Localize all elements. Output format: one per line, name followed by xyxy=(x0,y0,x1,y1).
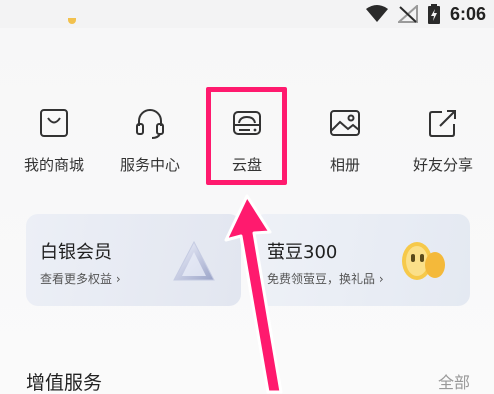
main-panel xyxy=(0,28,494,394)
shortcut-my-shop[interactable]: 我的商城 xyxy=(14,100,94,178)
shortcut-label: 相册 xyxy=(329,156,360,174)
shortcut-label: 服务中心 xyxy=(119,156,180,174)
shortcut-service-center[interactable]: 服务中心 xyxy=(110,100,190,178)
shortcut-label: 好友分享 xyxy=(412,156,473,174)
battery-charging-icon xyxy=(427,4,440,24)
photo-album-icon xyxy=(330,110,360,136)
top-partial-content xyxy=(28,18,118,32)
wifi-icon xyxy=(365,5,388,22)
silver-member-card[interactable]: 白银会员 查看更多权益 › xyxy=(26,214,241,306)
shop-bag-icon xyxy=(40,109,68,137)
bean-card[interactable]: 萤豆300 免费领萤豆，换礼品 › xyxy=(253,214,470,306)
share-icon xyxy=(429,110,456,137)
no-signal-icon xyxy=(397,5,418,23)
coin-icon xyxy=(68,18,76,24)
bean-coin-icon xyxy=(402,242,445,280)
section-more-link[interactable]: 全部 xyxy=(438,369,470,393)
card-subtitle: 免费领萤豆，换礼品 › xyxy=(267,272,384,286)
section-title: 增值服务 xyxy=(26,372,103,394)
shortcut-label: 我的商城 xyxy=(23,156,84,174)
card-subtitle: 查看更多权益 › xyxy=(40,272,121,286)
silver-badge-icon xyxy=(173,240,215,281)
status-icons: 6:06 xyxy=(365,2,486,26)
shortcut-share-with-friends[interactable]: 好友分享 xyxy=(403,100,483,178)
status-time: 6:06 xyxy=(449,3,486,24)
shortcut-photo-album[interactable]: 相册 xyxy=(305,100,385,178)
card-title: 萤豆300 xyxy=(267,242,338,263)
highlight-box xyxy=(206,87,287,185)
headset-icon xyxy=(136,109,164,139)
card-title: 白银会员 xyxy=(40,242,112,263)
